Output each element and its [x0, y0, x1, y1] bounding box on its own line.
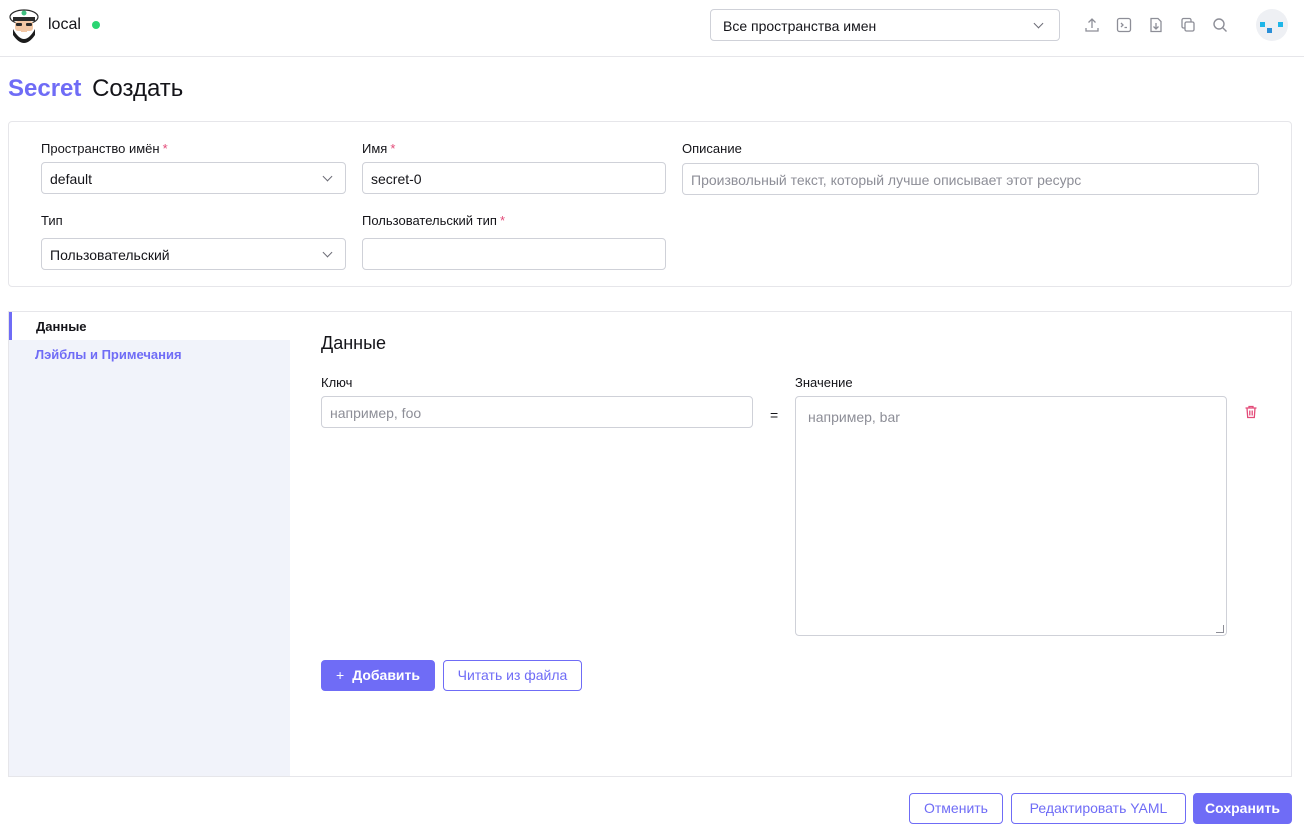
search-icon[interactable]	[1211, 16, 1229, 34]
resource-metadata-form: Пространство имён * default Имя * secret-0…	[8, 121, 1292, 287]
name-input[interactable]: secret-0	[362, 162, 666, 194]
edit-yaml-button[interactable]: Редактировать YAML	[1011, 793, 1186, 824]
name-value: secret-0	[371, 171, 422, 187]
resource-link[interactable]: Secret	[8, 75, 81, 102]
type-label: Тип	[41, 213, 63, 228]
description-label: Описание	[682, 141, 742, 156]
upload-icon[interactable]	[1083, 16, 1101, 34]
namespace-value: default	[50, 171, 93, 187]
cluster-status-indicator	[92, 21, 100, 29]
top-header: local Все пространства имен	[0, 0, 1304, 57]
key-label: Ключ	[321, 375, 353, 390]
value-placeholder: например, bar	[808, 409, 900, 425]
chevron-down-icon	[1033, 18, 1044, 29]
namespace-filter-select[interactable]: Все пространства имен	[710, 9, 1060, 41]
tab-data[interactable]: Данные	[9, 312, 290, 340]
add-button[interactable]: + Добавить	[321, 660, 435, 691]
value-textarea[interactable]: например, bar	[795, 396, 1227, 636]
custom-type-label: Пользовательский тип *	[362, 213, 506, 228]
namespace-select[interactable]: default	[41, 162, 346, 194]
key-placeholder: например, foo	[330, 405, 422, 421]
trash-icon[interactable]	[1243, 404, 1259, 420]
cluster-logo-icon[interactable]	[8, 5, 40, 45]
description-placeholder: Произвольный текст, который лучше описыв…	[691, 172, 1082, 188]
copy-icon[interactable]	[1179, 16, 1197, 34]
description-input[interactable]: Произвольный текст, который лучше описыв…	[682, 163, 1259, 195]
data-section-title: Данные	[321, 333, 387, 353]
chevron-down-icon	[322, 247, 333, 258]
value-label: Значение	[795, 375, 853, 390]
tab-labels-annotations[interactable]: Лэйблы и Примечания	[9, 340, 290, 368]
resize-handle-icon[interactable]	[1216, 625, 1224, 633]
tab-sidebar	[9, 340, 290, 776]
namespace-filter-value: Все пространства имен	[723, 18, 877, 34]
chevron-down-icon	[322, 171, 333, 182]
page-title: Secret Создать	[8, 75, 183, 103]
namespace-label: Пространство имён *	[41, 141, 168, 156]
tabbed-content: Данные Лэйблы и Примечания Данные Ключ З…	[8, 311, 1292, 777]
custom-type-input[interactable]	[362, 238, 666, 270]
type-select[interactable]: Пользовательский	[41, 238, 346, 270]
plus-icon: +	[336, 667, 345, 683]
cluster-name[interactable]: local	[48, 16, 81, 34]
cancel-button[interactable]: Отменить	[909, 793, 1003, 824]
download-icon[interactable]	[1147, 16, 1165, 34]
page-action: Создать	[92, 75, 184, 102]
key-input[interactable]: например, foo	[321, 396, 753, 428]
name-label: Имя *	[362, 141, 396, 156]
terminal-icon[interactable]	[1115, 16, 1133, 34]
save-button[interactable]: Сохранить	[1193, 793, 1292, 824]
equals-sign: =	[770, 407, 779, 423]
type-value: Пользовательский	[50, 247, 170, 263]
read-from-file-button[interactable]: Читать из файла	[443, 660, 582, 691]
user-avatar[interactable]	[1256, 9, 1288, 41]
